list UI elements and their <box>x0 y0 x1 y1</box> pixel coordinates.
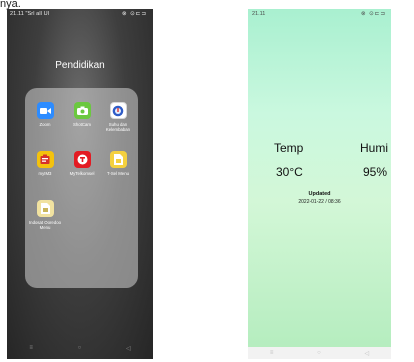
updated-label: Updated <box>308 191 331 197</box>
menu-icon[interactable]: ≡ <box>29 345 33 351</box>
app-mytelkomsel[interactable]: MyTelkomsel <box>65 151 99 176</box>
camera-icon <box>73 102 91 119</box>
status-icons: ⊗ ⊙⊏⊐ <box>361 11 386 17</box>
temp-label: Temp <box>274 141 304 155</box>
app-shotcam[interactable]: ShotCam <box>65 102 99 127</box>
home-icon[interactable]: ○ <box>78 345 82 351</box>
left-phone-screen: 21.11 "Srl all Ul ⊗ ⊙⊏⊐ Pendidikan Zoom … <box>7 9 153 359</box>
status-icons: ⊗ ⊙⊏⊐ <box>122 11 147 17</box>
app-label: Zoom <box>39 122 51 127</box>
app-label: Indosat Ooredoo Menu <box>28 220 61 230</box>
humi-label: Humi <box>360 141 389 155</box>
app-label: Suhu dan Kelembaban <box>105 122 131 132</box>
menu-icon[interactable]: ≡ <box>270 350 274 356</box>
video-camera-icon <box>36 102 54 119</box>
humi-value: 95% <box>363 165 388 179</box>
app-indosat-ooredoo-menu[interactable]: Indosat Ooredoo Menu <box>28 200 62 230</box>
app-suhu-dan-kelembaban[interactable]: Suhu dan Kelembaban <box>101 102 135 132</box>
back-icon[interactable]: ◁ <box>126 345 131 352</box>
app-tsel-menu[interactable]: T-Sel Menu <box>101 151 135 176</box>
home-icon[interactable]: ○ <box>317 350 321 356</box>
app-zoom[interactable]: Zoom <box>28 102 62 127</box>
status-bar: 21.11 "Srl all Ul ⊗ ⊙⊏⊐ <box>7 9 153 21</box>
sim-card-icon <box>36 200 54 217</box>
status-time: 21.11 "Srl all Ul <box>10 11 50 17</box>
app-label: myIM3 <box>38 171 52 176</box>
right-phone-screen: 21.11 ⊗ ⊙⊏⊐ Temp Humi 30°C 95% Updated 2… <box>248 9 391 359</box>
app-label: ShotCam <box>73 122 91 127</box>
app-myim3[interactable]: myIM3 <box>28 151 62 176</box>
app-label: MyTelkomsel <box>69 171 95 176</box>
updated-timestamp: 2022-01-22 / 08:36 <box>298 199 341 205</box>
status-time: 21.11 <box>252 11 266 17</box>
folder-title: Pendidikan <box>55 60 105 71</box>
back-icon[interactable]: ◁ <box>364 350 369 357</box>
telkomsel-icon <box>73 151 91 168</box>
thermometer-icon <box>109 102 127 119</box>
status-bar: 21.11 ⊗ ⊙⊏⊐ <box>248 9 391 21</box>
im3-icon <box>36 151 54 168</box>
sim-card-icon <box>109 151 127 168</box>
temp-value: 30°C <box>276 165 303 179</box>
app-label: T-Sel Menu <box>107 171 129 176</box>
navigation-bar: ≡ ○ ◁ <box>248 347 391 359</box>
app-folder: Zoom ShotCam Suhu dan Kelembaban myIM3 M… <box>25 88 138 288</box>
navigation-bar: ≡ ○ ◁ <box>7 337 153 359</box>
